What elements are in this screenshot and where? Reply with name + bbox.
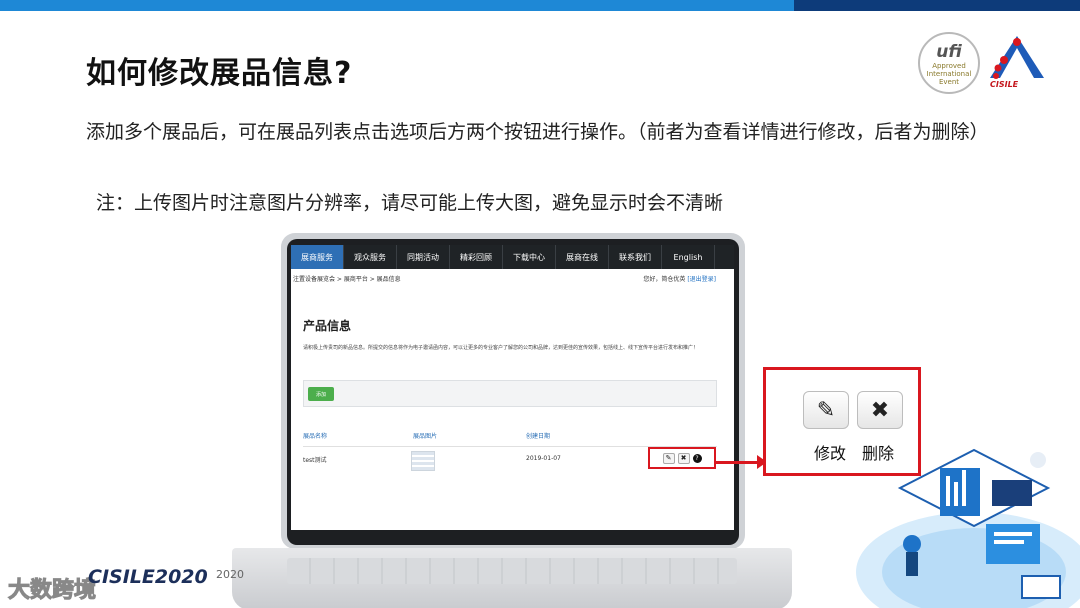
slide-body: 添加多个展品后，可在展品列表点击选项后方两个按钮进行操作。（前者为查看详情进行修…	[86, 121, 989, 143]
row-thumbnail	[411, 451, 435, 471]
ufi-line3: Event	[938, 78, 960, 86]
nav-item-exhibitors-online[interactable]: 展商在线	[556, 245, 609, 269]
cisile-triangle-icon	[990, 36, 1044, 79]
ufi-line2: International	[926, 70, 972, 78]
slide-note: 注：上传图片时注意图片分辨率，请尽可能上传大图，避免显示时会不清晰	[96, 192, 724, 214]
cisile-caption: CISILE	[990, 80, 1019, 89]
row-name: test测试	[303, 457, 327, 464]
greeting-text: 您好，简仓优英	[643, 276, 686, 283]
pointer-arrow	[715, 455, 767, 469]
add-button[interactable]: 添加	[308, 387, 334, 401]
watermark-text: 大数跨境	[7, 578, 97, 604]
breadcrumb: 注置设备展览会 > 展商平台 > 展品信息	[293, 276, 401, 283]
laptop-base	[232, 548, 792, 608]
column-header-image: 展品图片	[413, 433, 438, 440]
nav-item-downloads[interactable]: 下载中心	[503, 245, 556, 269]
column-header-date: 创建日期	[526, 433, 551, 440]
add-toolbar: 添加	[303, 380, 717, 407]
user-greeting: 您好，简仓优英 [退出登录]	[643, 274, 716, 283]
close-icon: ✖	[680, 454, 687, 462]
footer-brand: CISILE2020	[88, 566, 208, 588]
cisile-logo: CISILE	[986, 32, 1048, 94]
isometric-office-illustration	[856, 448, 1080, 608]
site-navbar: 展商服务 观众服务 同期活动 精彩回顾 下载中心 展商在线 联系我们 Engli…	[291, 245, 734, 269]
ufi-line1: Approved	[932, 62, 966, 70]
ufi-mark: ufi	[936, 42, 962, 62]
logout-link[interactable]: [退出登录]	[687, 276, 716, 283]
top-accent-bar	[0, 0, 1080, 11]
nav-item-highlights[interactable]: 精彩回顾	[450, 245, 503, 269]
page-description: 请积极上传贵司的新品信息。所提交的信息将作为电子邀请函内容，可以让更多的专业客户…	[303, 345, 699, 351]
nav-item-concurrent-events[interactable]: 同期活动	[397, 245, 450, 269]
row-edit-button[interactable]: ✎	[662, 452, 675, 464]
top-accent-bar-dark	[794, 0, 1080, 11]
edit-icon: ✎	[665, 454, 672, 462]
column-header-name: 展品名称	[303, 433, 328, 440]
page-heading: 产品信息	[303, 319, 352, 333]
question-icon[interactable]: ?	[692, 453, 702, 463]
delete-button[interactable]: ✖	[857, 391, 903, 429]
laptop-screen: 展商服务 观众服务 同期活动 精彩回顾 下载中心 展商在线 联系我们 Engli…	[291, 245, 734, 530]
edit-button[interactable]: ✎	[803, 391, 849, 429]
ufi-logo: ufi Approved International Event	[918, 32, 980, 94]
row-actions-highlight: ✎ ✖ ?	[648, 447, 716, 469]
row-date: 2019-01-07	[526, 455, 561, 462]
close-icon: ✖	[870, 397, 890, 423]
nav-item-visitor-services[interactable]: 观众服务	[344, 245, 397, 269]
nav-item-contact-us[interactable]: 联系我们	[609, 245, 662, 269]
nav-item-exhibitor-services[interactable]: 展商服务	[291, 245, 344, 269]
edit-icon: ✎	[816, 397, 836, 423]
row-delete-button[interactable]: ✖	[677, 452, 690, 464]
table-header: 展品名称 展品图片 创建日期	[303, 431, 717, 447]
laptop-keyboard	[287, 558, 737, 584]
nav-item-english[interactable]: English	[662, 245, 715, 269]
slide-title: 如何修改展品信息?	[86, 56, 353, 91]
footer-year: 2020	[216, 568, 244, 581]
